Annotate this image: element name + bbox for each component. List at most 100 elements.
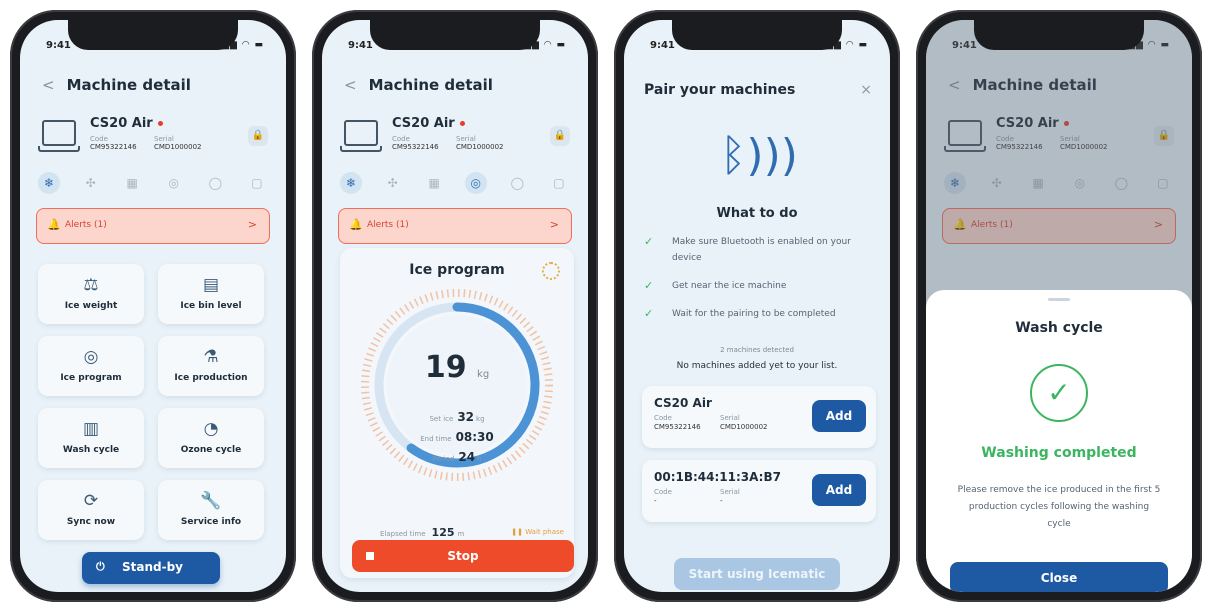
page-title: Pair your machines: [644, 82, 796, 98]
start-using-button[interactable]: Start using Icematic: [674, 558, 840, 590]
tile-ice-production[interactable]: ⚗ Ice production: [158, 336, 264, 396]
step-text: Make sure Bluetooth is enabled on your d…: [672, 237, 851, 263]
tile-service-info[interactable]: 🔧 Service info: [158, 480, 264, 540]
page-title: Machine detail: [368, 76, 493, 94]
serial-label: Serial: [154, 135, 174, 143]
alerts-banner[interactable]: 🔔 Alerts (1) >: [36, 208, 270, 244]
lock-icon[interactable]: 🔒: [248, 126, 268, 146]
ice-weight-value: 19 kg: [340, 350, 574, 385]
scale-icon: ⚖: [83, 275, 99, 295]
wash-icon: ▥: [82, 419, 100, 439]
step-item: ✓ Get near the ice machine: [644, 278, 878, 294]
function-icon-row: ❄ ✣ ▦ ◎ ◯ ▢: [38, 172, 268, 196]
machine-name: 00:1B:44:11:3A:B7: [654, 470, 781, 484]
wash-cycle-sheet: Wash cycle ✓ Washing completed Please re…: [926, 290, 1192, 592]
elapsed-value: 125: [431, 526, 455, 539]
tile-ice-program[interactable]: ◎ Ice program: [38, 336, 144, 396]
tile-sync-now[interactable]: ⟳ Sync now: [38, 480, 144, 540]
chevron-right-icon: >: [549, 218, 559, 231]
check-icon: ✓: [644, 235, 654, 248]
back-icon[interactable]: <: [344, 76, 357, 94]
close-icon[interactable]: ×: [860, 82, 872, 98]
machine-info: CS20 Air Code CM95322146 Serial CMD10000…: [340, 116, 570, 160]
machine-card: 00:1B:44:11:3A:B7 Code - Serial - Add: [642, 460, 876, 522]
add-button[interactable]: Add: [812, 474, 866, 506]
phone-ice-program: 9:41 ▂▄▆ ◠ ▬ < Machine detail CS20 Air Co…: [312, 10, 598, 602]
screen: 9:41 ▂▄▆ ◠ ▬ < Machine detail CS20 Air Co…: [322, 20, 588, 592]
wrench-icon: 🔧: [200, 491, 222, 511]
alerts-banner[interactable]: 🔔 Alerts (1) >: [338, 208, 572, 244]
check-icon: ✓: [644, 307, 654, 320]
alerts-label: Alerts (1): [367, 220, 409, 230]
end-time-row: End time 08:30: [340, 430, 574, 444]
tile-ozone-cycle[interactable]: ◔ Ozone cycle: [158, 408, 264, 468]
code-value: CM95322146: [654, 423, 701, 431]
machine-info: CS20 Air Code CM95322146 Serial CMD10000…: [38, 116, 268, 160]
tile-label: Wash cycle: [62, 445, 120, 455]
serial-label: Serial: [720, 488, 740, 496]
tile-label: Ice weight: [64, 301, 118, 311]
washing-completed-text: Washing completed: [981, 445, 1137, 461]
bluetooth-icon: ᛒ))): [720, 130, 798, 181]
step-item: ✓ Wait for the pairing to be completed: [644, 306, 878, 322]
screen: 9:41 ▂▄▆ ◠ ▬ < Machine detail CS20 Air Co…: [926, 20, 1192, 592]
step-text: Get near the ice machine: [672, 281, 787, 291]
step-item: ✓ Make sure Bluetooth is enabled on your …: [644, 234, 878, 266]
back-icon[interactable]: <: [42, 76, 55, 94]
standby-label: Stand-by: [122, 560, 184, 574]
check-icon: ✓: [644, 279, 654, 292]
machine-name-text: CS20 Air: [392, 116, 455, 131]
fan-icon[interactable]: ✣: [382, 172, 404, 194]
loading-icon: [542, 262, 560, 280]
code-value: -: [654, 497, 657, 505]
program-icon[interactable]: ◎: [163, 172, 185, 194]
code-label: Code: [392, 135, 410, 143]
tile-label: Sync now: [66, 517, 116, 527]
elapsed-time: Elapsed time 125 m: [380, 526, 464, 539]
snowflake-icon[interactable]: ❄: [340, 172, 362, 194]
lock-icon[interactable]: 🔒: [550, 126, 570, 146]
wash-info-text: Please remove the ice produced in the fi…: [957, 485, 1161, 529]
program-icon: ◎: [83, 347, 99, 367]
ice-program-card: Ice program 19 kg Set ice 32 kg End time 08…: [340, 248, 574, 578]
end-time-label: End time: [420, 435, 452, 443]
info-icon[interactable]: ▢: [246, 172, 268, 194]
tile-ice-weight[interactable]: ⚖ Ice weight: [38, 264, 144, 324]
tile-wash-cycle[interactable]: ▥ Wash cycle: [38, 408, 144, 468]
info-icon[interactable]: ▢: [548, 172, 570, 194]
standby-button[interactable]: ⏻ Stand-by: [82, 552, 220, 584]
period-row: Period 24 h: [340, 450, 574, 464]
what-to-do-heading: What to do: [716, 206, 798, 221]
serial-value: CMD1000002: [720, 423, 768, 431]
ice-program-title: Ice program: [409, 262, 505, 278]
phone-pair-machines: 9:41 ▂▄▆ ◠ ▬ Pair your machines × ᛒ))) W…: [614, 10, 900, 602]
weight-number: 19: [424, 350, 467, 385]
set-ice-label: Set ice: [429, 415, 454, 423]
fan-icon[interactable]: ✣: [80, 172, 102, 194]
weight-unit: kg: [477, 369, 490, 380]
bin-icon[interactable]: ▦: [423, 172, 445, 194]
close-button[interactable]: Close: [950, 562, 1168, 592]
ozone-icon[interactable]: ◯: [506, 172, 528, 194]
sheet-handle[interactable]: [1048, 298, 1070, 301]
set-ice-unit: kg: [476, 415, 485, 423]
ozone-icon[interactable]: ◯: [204, 172, 226, 194]
phone-wash-cycle: 9:41 ▂▄▆ ◠ ▬ < Machine detail CS20 Air Co…: [916, 10, 1202, 602]
tile-label: Ozone cycle: [180, 445, 242, 455]
bin-level-icon: ▤: [202, 275, 220, 295]
stop-button[interactable]: Stop: [352, 540, 574, 572]
serial-label: Serial: [456, 135, 476, 143]
tile-ice-bin-level[interactable]: ▤ Ice bin level: [158, 264, 264, 324]
header: < Machine detail: [344, 76, 493, 94]
serial-value: CMD1000002: [154, 143, 202, 151]
pause-icon: ❚❚: [511, 528, 523, 536]
snowflake-icon[interactable]: ❄: [38, 172, 60, 194]
program-icon[interactable]: ◎: [464, 172, 487, 194]
phone-machine-detail: 9:41 ▂▄▆ ◠ ▬ < Machine detail CS20 Air Co…: [10, 10, 296, 602]
no-machines-text: No machines added yet to your list.: [676, 361, 838, 371]
stop-label: Stop: [447, 549, 479, 563]
add-button[interactable]: Add: [812, 400, 866, 432]
alerts-label: Alerts (1): [65, 220, 107, 230]
bin-icon[interactable]: ▦: [121, 172, 143, 194]
serial-label: Serial: [720, 414, 740, 422]
